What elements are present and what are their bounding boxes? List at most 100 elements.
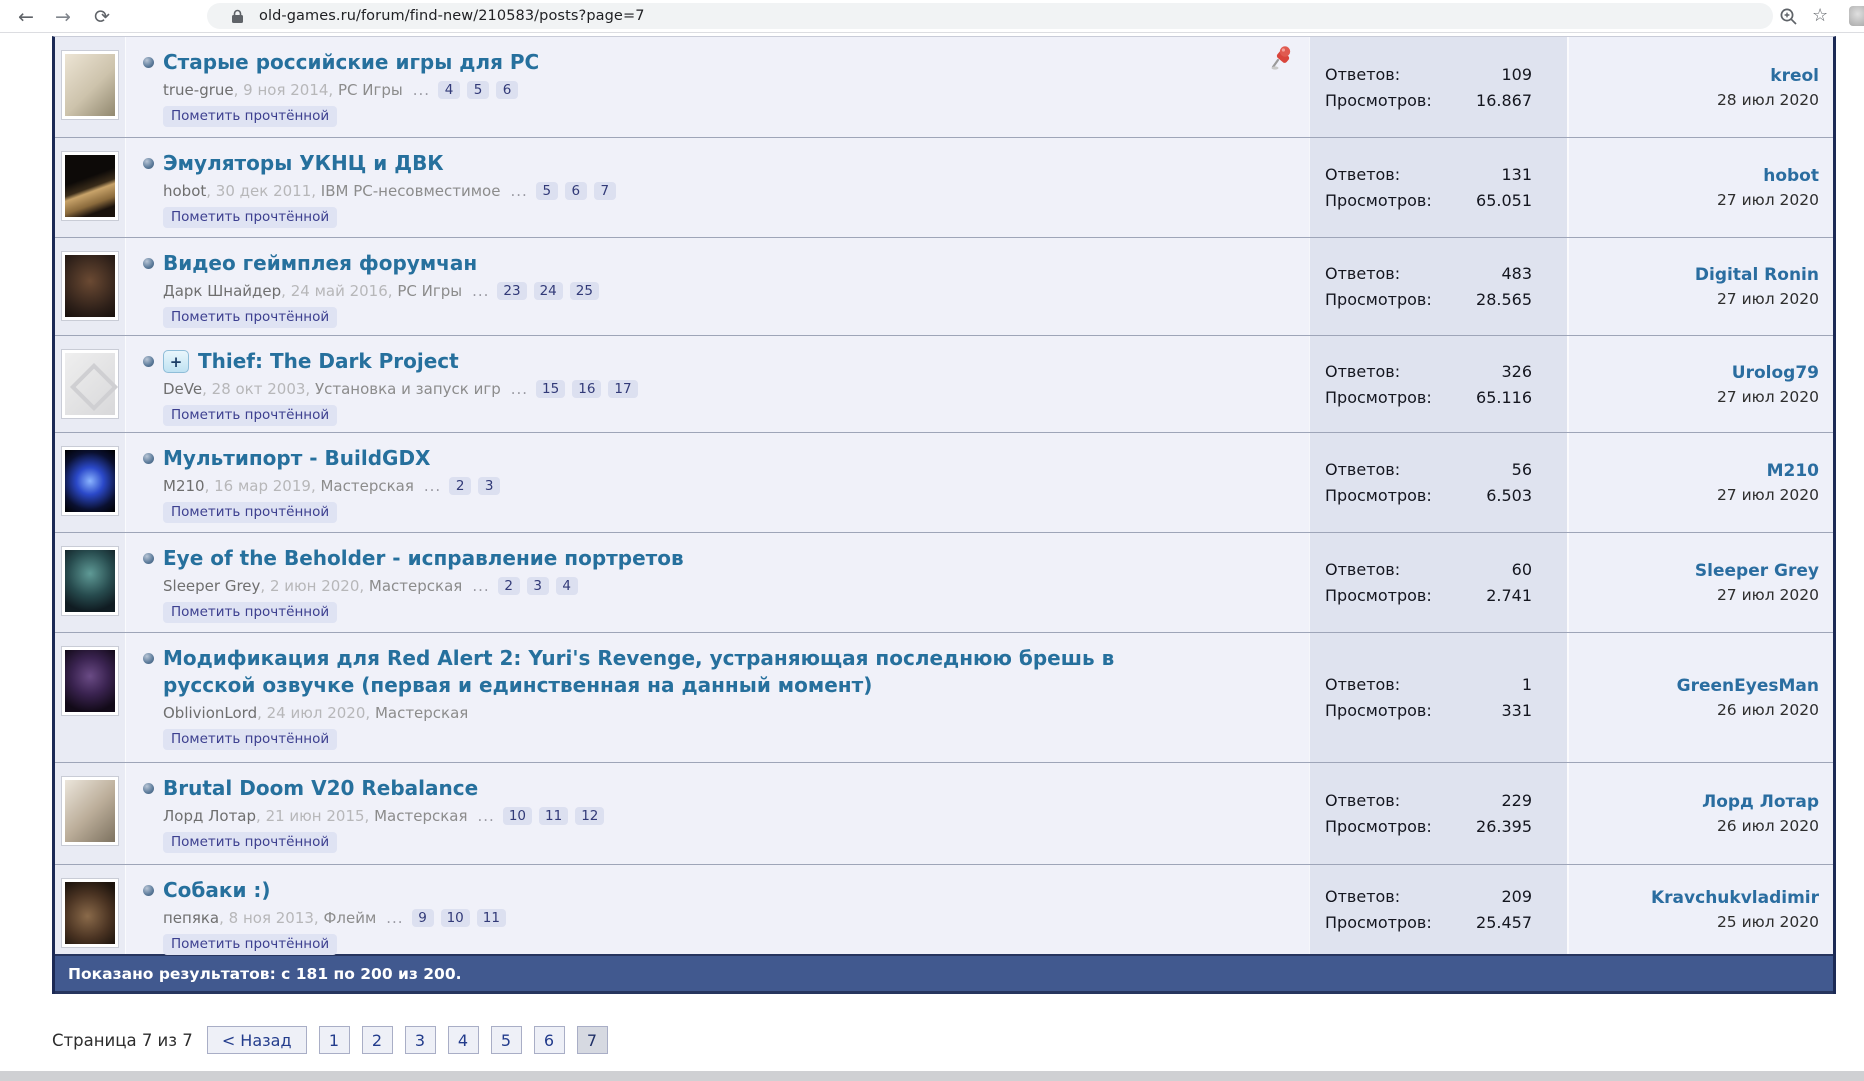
thread-page-link[interactable]: 11 bbox=[539, 807, 569, 825]
thread-author-link[interactable]: DeVe bbox=[163, 380, 202, 398]
last-post-date[interactable]: 25 июл 2020 bbox=[1717, 913, 1819, 931]
last-poster-link[interactable]: Лорд Лотар bbox=[1702, 792, 1819, 812]
expand-plus-button[interactable]: + bbox=[163, 350, 189, 373]
thread-page-link[interactable]: 6 bbox=[496, 81, 519, 99]
thread-page-link[interactable]: 16 bbox=[572, 380, 602, 398]
page-button-2[interactable]: 2 bbox=[361, 1026, 393, 1054]
zoom-icon[interactable] bbox=[1779, 7, 1798, 30]
mark-read-button[interactable]: Пометить прочтённой bbox=[163, 602, 338, 623]
thread-title-link[interactable]: Эмуляторы УКНЦ и ДВК bbox=[163, 150, 444, 177]
last-post-date[interactable]: 26 июл 2020 bbox=[1717, 817, 1819, 835]
thread-author-link[interactable]: true-grue bbox=[163, 81, 234, 99]
thread-author-link[interactable]: M210 bbox=[163, 477, 205, 495]
forum-section-link[interactable]: Мастерская bbox=[375, 704, 468, 722]
avatar-beard[interactable] bbox=[61, 251, 119, 321]
prev-page-button[interactable]: < Назад bbox=[206, 1026, 307, 1054]
avatar-hood[interactable] bbox=[61, 546, 119, 616]
forum-section-link[interactable]: Мастерская bbox=[369, 577, 462, 595]
thread-page-link[interactable]: 25 bbox=[569, 282, 599, 300]
thread-title-link[interactable]: Модификация для Red Alert 2: Yuri's Reve… bbox=[163, 645, 1173, 699]
address-bar[interactable]: old-games.ru/forum/find-new/210583/posts… bbox=[207, 3, 1773, 29]
thread-page-link[interactable]: 4 bbox=[438, 81, 461, 99]
mark-read-button[interactable]: Пометить прочтённой bbox=[163, 502, 338, 523]
page-button-4[interactable]: 4 bbox=[447, 1026, 479, 1054]
page-button-3[interactable]: 3 bbox=[404, 1026, 436, 1054]
reload-icon[interactable]: ⟳ bbox=[89, 4, 115, 30]
forum-section-link[interactable]: PC Игры bbox=[338, 81, 403, 99]
thread-title-link[interactable]: Видео геймплея форумчан bbox=[163, 250, 477, 277]
avatar-diamond[interactable] bbox=[61, 349, 119, 419]
thread-author-link[interactable]: пепяка bbox=[163, 909, 219, 927]
page-button-5[interactable]: 5 bbox=[490, 1026, 522, 1054]
thread-page-link[interactable]: 2 bbox=[449, 477, 472, 495]
back-icon[interactable]: ← bbox=[13, 4, 39, 30]
forum-section-link[interactable]: PC Игры bbox=[397, 282, 462, 300]
avatar-plasma[interactable] bbox=[61, 446, 119, 516]
thread-author-link[interactable]: OblivionLord bbox=[163, 704, 257, 722]
mark-read-button[interactable]: Пометить прочтённой bbox=[163, 207, 338, 228]
last-post-date[interactable]: 26 июл 2020 bbox=[1717, 701, 1819, 719]
last-poster-link[interactable]: Sleeper Grey bbox=[1695, 561, 1819, 581]
avatar-hedgehog[interactable] bbox=[61, 776, 119, 846]
mark-read-button[interactable]: Пометить прочтённой bbox=[163, 307, 338, 328]
thread-page-link[interactable]: 23 bbox=[497, 282, 527, 300]
thread-title-link[interactable]: Собаки :) bbox=[163, 877, 271, 904]
page-button-6[interactable]: 6 bbox=[533, 1026, 565, 1054]
avatar-sepia[interactable] bbox=[61, 50, 119, 120]
extension-avatar-icon[interactable] bbox=[1849, 6, 1864, 26]
last-post-date[interactable]: 27 июл 2020 bbox=[1717, 486, 1819, 504]
avatar-cartoon[interactable] bbox=[61, 878, 119, 948]
thread-author-link[interactable]: Дарк Шнайдер bbox=[163, 282, 281, 300]
page-button-1[interactable]: 1 bbox=[318, 1026, 350, 1054]
thread-page-link[interactable]: 4 bbox=[555, 577, 578, 595]
last-post-date[interactable]: 28 июл 2020 bbox=[1717, 91, 1819, 109]
thread-page-link[interactable]: 3 bbox=[526, 577, 549, 595]
thread-page-link[interactable]: 12 bbox=[575, 807, 605, 825]
thread-title-link[interactable]: Старые российские игры для PC bbox=[163, 49, 539, 76]
last-poster-link[interactable]: Urolog79 bbox=[1732, 363, 1819, 383]
thread-author-link[interactable]: hobot bbox=[163, 182, 206, 200]
page-button-7[interactable]: 7 bbox=[576, 1026, 608, 1054]
last-poster-link[interactable]: hobot bbox=[1763, 166, 1819, 186]
mark-read-button[interactable]: Пометить прочтённой bbox=[163, 832, 338, 853]
forward-icon[interactable]: → bbox=[50, 4, 76, 30]
last-post-date[interactable]: 27 июл 2020 bbox=[1717, 586, 1819, 604]
last-poster-link[interactable]: M210 bbox=[1767, 461, 1819, 481]
thread-page-link[interactable]: 17 bbox=[608, 380, 638, 398]
forum-section-link[interactable]: Установка и запуск игр bbox=[315, 380, 501, 398]
avatar-keyboard[interactable] bbox=[61, 151, 119, 221]
forum-section-link[interactable]: Мастерская bbox=[320, 477, 413, 495]
last-post-date[interactable]: 27 июл 2020 bbox=[1717, 290, 1819, 308]
last-poster-link[interactable]: GreenEyesMan bbox=[1677, 676, 1819, 696]
forum-section-link[interactable]: Мастерская bbox=[374, 807, 467, 825]
last-poster-link[interactable]: Digital Ronin bbox=[1695, 265, 1819, 285]
last-post-date[interactable]: 27 июл 2020 bbox=[1717, 191, 1819, 209]
mark-read-button[interactable]: Пометить прочтённой bbox=[163, 934, 338, 955]
thread-author-link[interactable]: Лорд Лотар bbox=[163, 807, 256, 825]
thread-page-link[interactable]: 3 bbox=[478, 477, 501, 495]
thread-page-link[interactable]: 10 bbox=[502, 807, 532, 825]
thread-page-link[interactable]: 2 bbox=[497, 577, 520, 595]
mark-read-button[interactable]: Пометить прочтённой bbox=[163, 405, 338, 426]
thread-author-link[interactable]: Sleeper Grey bbox=[163, 577, 260, 595]
mark-read-button[interactable]: Пометить прочтённой bbox=[163, 106, 338, 127]
last-post-date[interactable]: 27 июл 2020 bbox=[1717, 388, 1819, 406]
forum-section-link[interactable]: IBM PC-несовместимое bbox=[321, 182, 501, 200]
thread-page-link[interactable]: 11 bbox=[476, 909, 506, 927]
thread-page-link[interactable]: 6 bbox=[564, 182, 587, 200]
thread-page-link[interactable]: 24 bbox=[533, 282, 563, 300]
last-poster-link[interactable]: Kravchukvladimir bbox=[1651, 888, 1819, 908]
thread-page-link[interactable]: 5 bbox=[467, 81, 490, 99]
thread-page-link[interactable]: 10 bbox=[440, 909, 470, 927]
mark-read-button[interactable]: Пометить прочтённой bbox=[163, 729, 338, 750]
thread-title-link[interactable]: Eye of the Beholder - исправление портре… bbox=[163, 545, 684, 572]
thread-title-link[interactable]: Thief: The Dark Project bbox=[198, 348, 459, 375]
avatar-armor[interactable] bbox=[61, 646, 119, 716]
thread-page-link[interactable]: 7 bbox=[593, 182, 616, 200]
bookmark-star-icon[interactable]: ☆ bbox=[1812, 5, 1828, 26]
thread-title-link[interactable]: Brutal Doom V20 Rebalance bbox=[163, 775, 478, 802]
thread-title-link[interactable]: Мультипорт - BuildGDX bbox=[163, 445, 430, 472]
thread-page-link[interactable]: 15 bbox=[536, 380, 566, 398]
last-poster-link[interactable]: kreol bbox=[1770, 66, 1819, 86]
forum-section-link[interactable]: Флейм bbox=[323, 909, 376, 927]
